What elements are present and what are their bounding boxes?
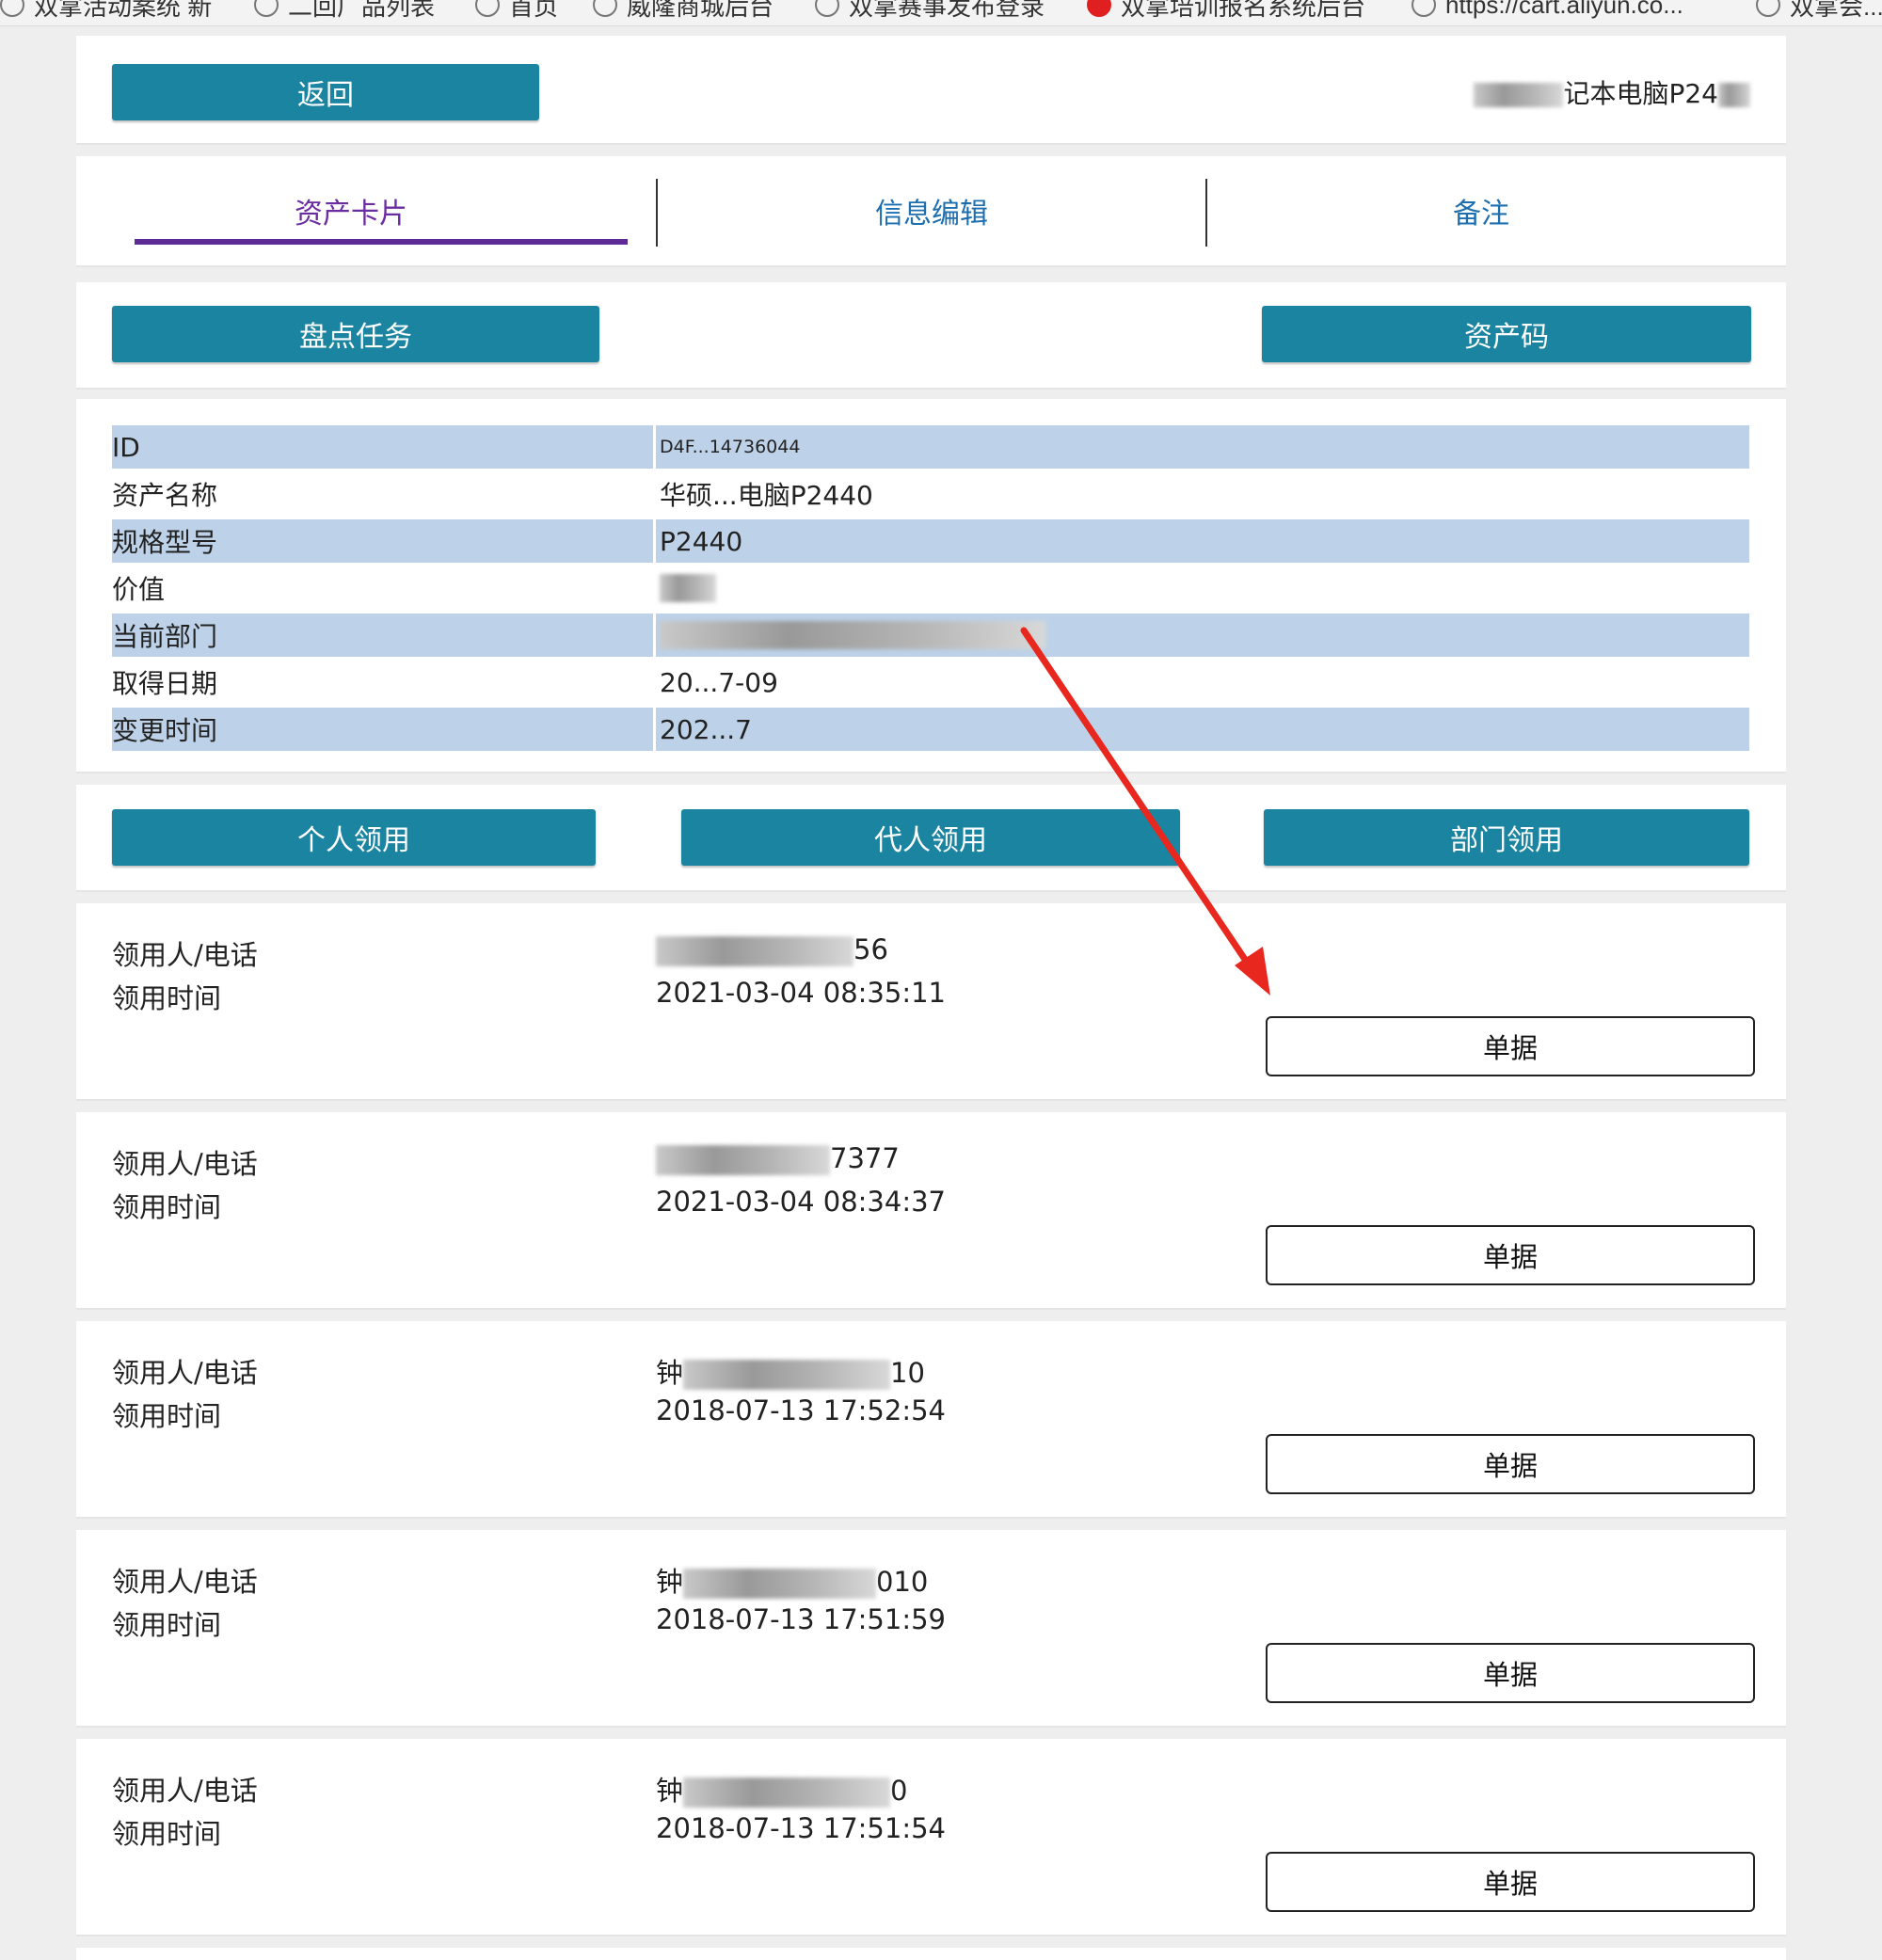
back-button[interactable]: 返回 [112, 64, 539, 120]
redacted-text [1474, 83, 1564, 107]
info-row-id: ID D4F...14736044 [112, 425, 1749, 469]
claim-record: 领用人/电话 领用时间 钟 10 2018-07-13 17:52:54 单据 [76, 1321, 1786, 1519]
active-tab-indicator [135, 239, 628, 245]
record-time: 2021-03-04 08:35:11 [656, 977, 946, 1009]
bookmark-item[interactable]: 双拿活动案统 新 [0, 0, 212, 21]
info-row-value: 价值 [112, 566, 1749, 610]
tab-info-edit[interactable]: 信息编辑 [657, 156, 1206, 265]
claim-record: 领用人/电话 领用时间 钟 010 2018-07-13 17:51:59 单据 [76, 1530, 1786, 1728]
bookmark-item[interactable]: 首页 [475, 0, 558, 21]
claim-record: 领用人/电话 领用时间 56 2021-03-04 08:35:11 单据 [76, 903, 1786, 1101]
redacted-text [660, 621, 1045, 649]
info-value-change-time: 202...7 [660, 713, 752, 745]
info-value-id: D4F...14736044 [660, 437, 801, 457]
redacted-text [683, 1360, 891, 1390]
footer-panel [76, 1948, 1786, 1960]
redacted-text [656, 936, 853, 966]
info-value-asset-name: 华硕...电脑P2440 [660, 480, 873, 511]
record-claimant: 钟0 [656, 1775, 908, 1808]
redacted-text [660, 574, 716, 602]
personal-claim-button[interactable]: 个人领用 [112, 809, 596, 866]
document-button[interactable]: 单据 [1266, 1225, 1755, 1285]
document-button[interactable]: 单据 [1266, 1643, 1755, 1703]
redacted-text [1718, 83, 1750, 107]
info-row-model: 规格型号 P2440 [112, 519, 1749, 563]
document-button[interactable]: 单据 [1266, 1852, 1755, 1912]
record-time: 2018-07-13 17:51:59 [656, 1603, 946, 1635]
actions-panel: 盘点任务 资产码 [76, 282, 1786, 390]
record-time: 2021-03-04 08:34:37 [656, 1186, 946, 1218]
department-claim-button[interactable]: 部门领用 [1264, 809, 1749, 866]
globe-icon [254, 0, 279, 17]
info-panel: ID D4F...14736044 资产名称 华硕...电脑P2440 规格型号… [76, 399, 1786, 773]
asset-code-button[interactable]: 资产码 [1262, 306, 1751, 362]
globe-icon [1412, 0, 1436, 17]
header-panel: 返回 记本电脑P24 [76, 36, 1786, 145]
globe-icon [0, 0, 24, 17]
bookmark-item[interactable]: 双拿赛事发布登录 [815, 0, 1045, 21]
tab-remarks[interactable]: 备注 [1206, 156, 1756, 265]
bookmark-item[interactable]: https://cart.aliyun.co... [1412, 0, 1683, 19]
claim-record: 领用人/电话 领用时间 7377 2021-03-04 08:34:37 单据 [76, 1112, 1786, 1310]
info-row-department: 当前部门 [112, 613, 1749, 657]
record-claimant: 钟 010 [656, 1566, 929, 1599]
document-button[interactable]: 单据 [1266, 1434, 1755, 1494]
tabs-panel: 资产卡片 信息编辑 备注 [76, 156, 1786, 267]
info-row-acquire-date: 取得日期 20...7-09 [112, 661, 1749, 704]
info-value-model: P2440 [660, 525, 743, 557]
document-button[interactable]: 单据 [1266, 1016, 1755, 1076]
inventory-task-button[interactable]: 盘点任务 [112, 306, 599, 362]
redacted-text [683, 1777, 891, 1808]
info-value-price [656, 574, 716, 602]
proxy-claim-button[interactable]: 代人领用 [681, 809, 1180, 866]
record-icon [1087, 0, 1111, 17]
globe-icon [815, 0, 839, 17]
info-row-asset-name: 资产名称 华硕...电脑P2440 [112, 472, 1749, 516]
globe-icon [593, 0, 617, 17]
info-value-acquire-date: 20...7-09 [660, 666, 778, 698]
record-time: 2018-07-13 17:51:54 [656, 1812, 946, 1844]
record-claimant: 56 [656, 933, 888, 966]
bookmark-item[interactable]: 双拿培训报名系统后台 [1087, 0, 1365, 21]
record-claimant: 7377 [656, 1142, 900, 1175]
claim-record: 领用人/电话 领用时间 钟0 2018-07-13 17:51:54 单据 [76, 1739, 1786, 1936]
globe-icon [475, 0, 500, 17]
redacted-text [683, 1569, 877, 1599]
globe-icon [1756, 0, 1780, 17]
asset-title: 记本电脑P24 [1474, 73, 1750, 111]
bookmarks-bar: 双拿活动案统 新 二回广品列表 首页 威隆商城后台 双拿赛事发布登录 双拿培训报… [0, 0, 1882, 26]
record-time: 2018-07-13 17:52:54 [656, 1394, 946, 1426]
claim-actions-panel: 个人领用 代人领用 部门领用 [76, 785, 1786, 892]
info-value-department [656, 621, 1045, 649]
record-claimant: 钟 10 [656, 1357, 925, 1390]
bookmark-item[interactable]: 威隆商城后台 [593, 0, 774, 21]
redacted-text [656, 1145, 830, 1175]
bookmark-item[interactable]: 双拿会... [1756, 0, 1882, 21]
bookmark-item[interactable]: 二回广品列表 [254, 0, 435, 21]
info-row-change-time: 变更时间 202...7 [112, 708, 1749, 751]
tab-asset-card[interactable]: 资产卡片 [76, 156, 626, 265]
